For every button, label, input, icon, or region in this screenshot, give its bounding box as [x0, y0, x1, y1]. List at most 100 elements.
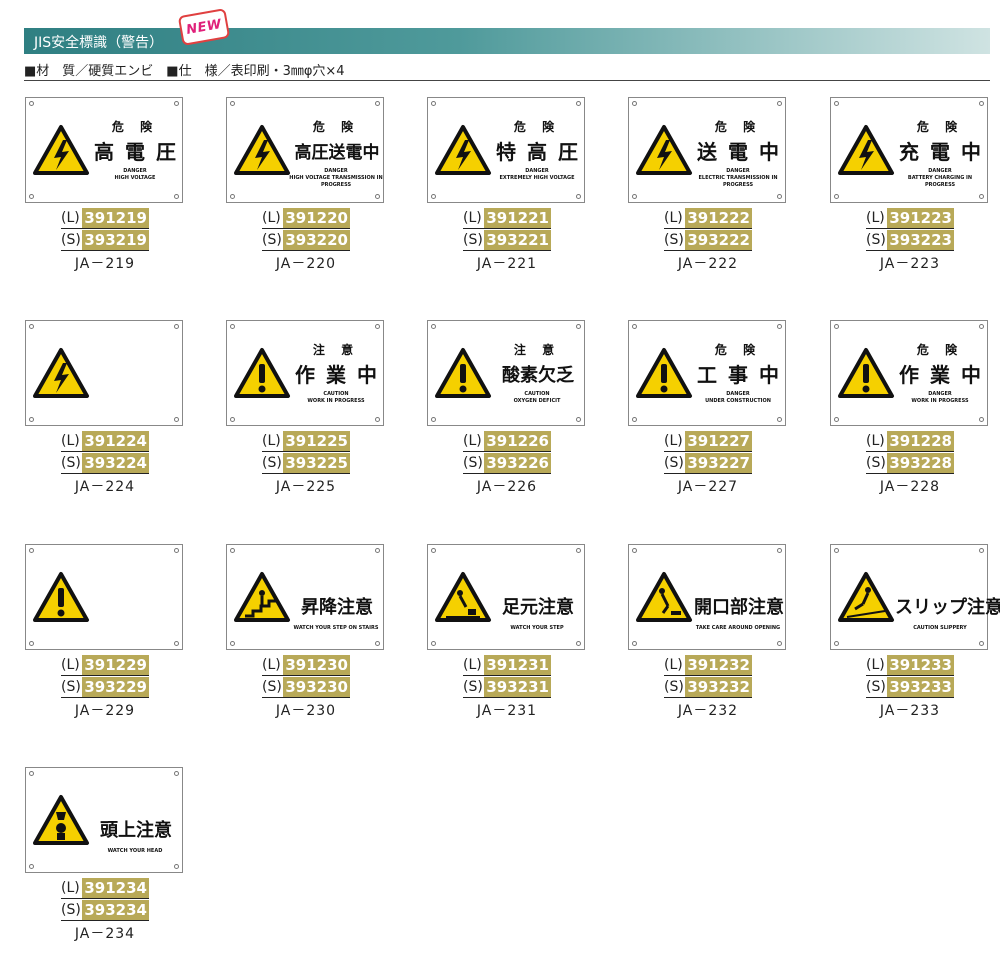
product-item: 昇降注意 WATCH YOUR STEP ON STAIRS (L) 391230…: [226, 544, 386, 724]
mount-hole: [375, 417, 380, 422]
sign-main-text: 充 電 中: [899, 140, 983, 164]
size-label: (L): [61, 209, 80, 226]
product-codes: (L) 391225 (S) 393225: [262, 430, 350, 474]
product-code: 391222: [685, 207, 752, 228]
size-label: (L): [664, 209, 683, 226]
mount-hole: [834, 548, 839, 553]
mount-hole: [431, 194, 436, 199]
safety-sign: 足元注意 WATCH YOUR STEP: [427, 544, 585, 650]
code-row-large: (L) 391232: [664, 654, 752, 676]
safety-sign: 危 険特 高 圧 DANGER EXTREMELY HIGH VOLTAGE: [427, 97, 585, 203]
safety-sign: [25, 544, 183, 650]
mount-hole: [632, 417, 637, 422]
mount-hole: [29, 864, 34, 869]
size-label: (L): [262, 432, 281, 449]
size-label: (S): [664, 678, 684, 695]
product-codes: (L) 391226 (S) 393226: [463, 430, 551, 474]
sign-main-text: 作 業 中: [295, 363, 379, 387]
safety-sign: [25, 320, 183, 426]
mount-hole: [230, 194, 235, 199]
safety-sign: 危 険作 業 中 DANGER WORK IN PROGRESS: [830, 320, 988, 426]
code-row-small: (S) 393234: [61, 899, 149, 921]
size-label: (S): [262, 678, 282, 695]
mount-hole: [431, 641, 436, 646]
mount-hole: [174, 417, 179, 422]
sign-header-text: 危 険: [916, 120, 964, 134]
safety-sign: 開口部注意 TAKE CARE AROUND OPENING: [628, 544, 786, 650]
safety-sign: 危 険高圧送電中 DANGER HIGH VOLTAGE TRANSMISSION…: [226, 97, 384, 203]
code-row-small: (S) 393230: [262, 676, 350, 698]
code-row-large: (L) 391224: [61, 430, 149, 452]
mount-hole: [29, 641, 34, 646]
safety-sign: 危 険工 事 中 DANGER UNDER CONSTRUCTION: [628, 320, 786, 426]
size-label: (L): [664, 656, 683, 673]
product-code: 391234: [82, 877, 149, 898]
mount-hole: [174, 771, 179, 776]
code-row-large: (L) 391228: [866, 430, 954, 452]
safety-sign: 危 険送 電 中 DANGER ELECTRIC TRANSMISSION IN …: [628, 97, 786, 203]
product-item: 足元注意 WATCH YOUR STEP (L) 391231 (S) 39323…: [427, 544, 587, 724]
model-number: JA－220: [275, 256, 337, 272]
product-item: (L) 391229 (S) 393229 JA－229: [25, 544, 185, 724]
model-number: JA－223: [879, 256, 941, 272]
spec-divider: [24, 80, 990, 81]
size-label: (S): [463, 231, 483, 248]
product-codes: (L) 391231 (S) 393231: [463, 654, 551, 698]
product-code: 391225: [283, 430, 350, 451]
mount-hole: [576, 194, 581, 199]
model-number: JA－229: [74, 703, 136, 719]
code-row-small: (S) 393231: [463, 676, 551, 698]
section-header: JIS安全標識（警告）: [24, 28, 990, 54]
product-code: 391228: [887, 430, 954, 451]
safety-sign: スリップ注意 CAUTION SLIPPERY: [830, 544, 1000, 650]
mount-hole: [431, 324, 436, 329]
product-code: 393226: [484, 452, 551, 473]
mount-hole: [777, 324, 782, 329]
warning-triangle-icon: [838, 348, 894, 398]
sign-english-text: TAKE CARE AROUND OPENING: [695, 625, 781, 631]
size-label: (L): [61, 656, 80, 673]
code-row-large: (L) 391230: [262, 654, 350, 676]
sign-english-text: DANGER UNDER CONSTRUCTION: [705, 391, 771, 404]
product-codes: (L) 391219 (S) 393219: [61, 207, 149, 251]
product-code: 393220: [283, 229, 350, 250]
mount-hole: [632, 324, 637, 329]
product-code: 393219: [82, 229, 149, 250]
product-code: 393233: [887, 676, 954, 697]
code-row-large: (L) 391234: [61, 877, 149, 899]
mount-hole: [230, 548, 235, 553]
product-code: 391224: [82, 430, 149, 451]
code-row-small: (S) 393232: [664, 676, 752, 698]
product-item: (L) 391224 (S) 393224 JA－224: [25, 320, 185, 500]
mount-hole: [632, 548, 637, 553]
size-label: (S): [463, 454, 483, 471]
code-row-small: (S) 393229: [61, 676, 149, 698]
code-row-small: (S) 393223: [866, 229, 954, 251]
model-number: JA－224: [74, 479, 136, 495]
code-row-large: (L) 391225: [262, 430, 350, 452]
mount-hole: [777, 101, 782, 106]
mount-hole: [979, 194, 984, 199]
model-number: JA－219: [74, 256, 136, 272]
model-number: JA－228: [879, 479, 941, 495]
code-row-small: (S) 393224: [61, 452, 149, 474]
product-code: 391226: [484, 430, 551, 451]
code-row-small: (S) 393225: [262, 452, 350, 474]
sign-header-text: 危 険: [312, 120, 360, 134]
sign-header-text: 注 意: [513, 343, 561, 357]
product-code: 393229: [82, 676, 149, 697]
mount-hole: [576, 101, 581, 106]
mount-hole: [174, 548, 179, 553]
sign-english-text: WATCH YOUR HEAD: [107, 848, 163, 854]
product-codes: (L) 391228 (S) 393228: [866, 430, 954, 474]
product-code: 391232: [685, 654, 752, 675]
mount-hole: [29, 417, 34, 422]
mount-hole: [979, 548, 984, 553]
product-code: 393221: [484, 229, 551, 250]
sign-main-text: 高 電 圧: [94, 140, 178, 164]
sign-main-text: 開口部注意: [694, 597, 784, 618]
sign-header-text: 危 険: [111, 120, 159, 134]
size-label: (S): [463, 678, 483, 695]
warning-triangle-icon: [234, 348, 290, 398]
mount-hole: [431, 548, 436, 553]
